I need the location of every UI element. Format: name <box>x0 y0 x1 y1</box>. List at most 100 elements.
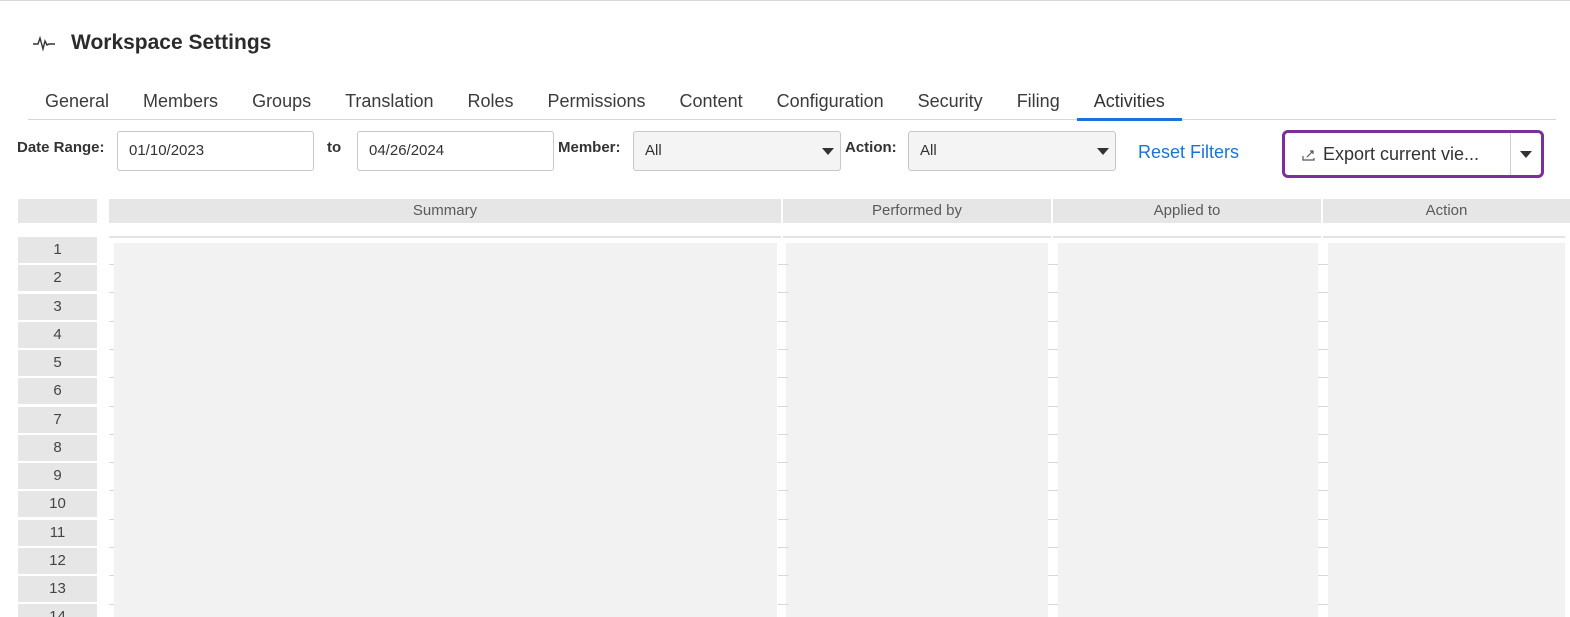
row-separator-tick <box>1323 462 1328 463</box>
row-separator-tick <box>1048 547 1053 548</box>
row-separator-tick <box>1053 519 1058 520</box>
row-separator-tick <box>1048 292 1053 293</box>
row-separator-tick <box>1053 490 1058 491</box>
date-from-input[interactable]: 01/10/2023 <box>117 131 314 171</box>
row-separator-tick <box>1323 292 1328 293</box>
row-separator-tick <box>778 377 783 378</box>
tab-activities[interactable]: Activities <box>1076 86 1182 121</box>
activity-pulse-icon <box>32 33 56 53</box>
applied-to-column <box>1053 236 1321 617</box>
row-separator-tick <box>1053 292 1058 293</box>
row-separator-tick <box>1048 490 1053 491</box>
row-separator-tick <box>778 604 783 605</box>
member-select[interactable]: All <box>633 131 841 171</box>
row-separator-tick <box>783 575 788 576</box>
row-separator-tick <box>1323 406 1328 407</box>
row-number: 5 <box>18 350 97 376</box>
export-icon <box>1301 146 1317 162</box>
row-separator-tick <box>109 349 114 350</box>
row-separator-tick <box>1053 264 1058 265</box>
row-separator-tick <box>1318 292 1323 293</box>
row-separator-tick <box>783 349 788 350</box>
tab-configuration[interactable]: Configuration <box>760 86 901 119</box>
column-header-applied-to[interactable]: Applied to <box>1053 199 1321 223</box>
row-separator-tick <box>783 547 788 548</box>
row-separator-tick <box>1053 406 1058 407</box>
row-separator-tick <box>109 264 114 265</box>
row-separator-tick <box>1048 604 1053 605</box>
tab-roles[interactable]: Roles <box>450 86 530 119</box>
tab-security[interactable]: Security <box>901 86 1000 119</box>
row-separator-tick <box>1318 462 1323 463</box>
top-divider <box>0 0 1570 1</box>
tab-content[interactable]: Content <box>663 86 760 119</box>
row-separator-tick <box>778 292 783 293</box>
row-separator-tick <box>1323 377 1328 378</box>
export-button-label: Export current vie... <box>1323 143 1480 164</box>
row-separator-tick <box>783 321 788 322</box>
row-separator-tick <box>1318 490 1323 491</box>
row-separator-tick <box>1318 406 1323 407</box>
filter-bar: Date Range: 01/10/2023 to 04/26/2024 Mem… <box>17 130 1557 178</box>
row-separator-tick <box>1048 377 1053 378</box>
row-separator-tick <box>1048 575 1053 576</box>
row-number: 7 <box>18 407 97 433</box>
tab-groups[interactable]: Groups <box>235 86 328 119</box>
row-separator-tick <box>109 462 114 463</box>
tab-filing[interactable]: Filing <box>1000 86 1077 119</box>
summary-cells <box>114 243 777 617</box>
row-separator-tick <box>109 490 114 491</box>
tab-translation[interactable]: Translation <box>328 86 450 119</box>
date-range-label: Date Range: <box>17 139 105 156</box>
settings-tabs: General Members Groups Translation Roles… <box>28 86 1556 121</box>
row-separator-tick <box>783 604 788 605</box>
tab-members[interactable]: Members <box>126 86 235 119</box>
row-number: 3 <box>18 294 97 320</box>
performed-by-column <box>783 236 1051 617</box>
column-header-action[interactable]: Action <box>1323 199 1570 223</box>
date-to-input[interactable]: 04/26/2024 <box>357 131 554 171</box>
row-separator-tick <box>778 406 783 407</box>
row-separator-tick <box>109 292 114 293</box>
performed-by-cells <box>786 243 1048 617</box>
column-header-performed-by[interactable]: Performed by <box>783 199 1051 223</box>
row-separator-tick <box>1053 434 1058 435</box>
tab-general[interactable]: General <box>28 86 126 119</box>
row-separator-tick <box>1048 406 1053 407</box>
row-separator-tick <box>1323 575 1328 576</box>
row-separator-tick <box>1323 321 1328 322</box>
column-header-summary[interactable]: Summary <box>109 199 781 223</box>
row-number: 11 <box>18 520 97 546</box>
row-number: 13 <box>18 576 97 602</box>
action-label: Action: <box>845 139 897 156</box>
reset-filters-link[interactable]: Reset Filters <box>1138 142 1239 163</box>
export-options-dropdown[interactable] <box>1511 133 1541 175</box>
action-select[interactable]: All <box>908 131 1116 171</box>
row-separator-tick <box>1318 377 1323 378</box>
row-separator-tick <box>778 490 783 491</box>
row-separator-tick <box>778 462 783 463</box>
row-number: 8 <box>18 435 97 461</box>
row-separator-tick <box>1053 462 1058 463</box>
row-separator-tick <box>1048 519 1053 520</box>
tab-permissions[interactable]: Permissions <box>531 86 663 119</box>
row-separator-tick <box>109 547 114 548</box>
action-select-value: All <box>920 142 937 159</box>
row-separator-tick <box>778 321 783 322</box>
row-separator-tick <box>1323 490 1328 491</box>
row-separator-tick <box>778 349 783 350</box>
row-separator-tick <box>783 519 788 520</box>
action-column <box>1323 236 1565 617</box>
row-separator-tick <box>1053 575 1058 576</box>
row-separator-tick <box>778 547 783 548</box>
row-separator-tick <box>1053 604 1058 605</box>
row-separator-tick <box>783 490 788 491</box>
summary-column <box>109 236 781 617</box>
row-separator-tick <box>109 377 114 378</box>
row-separator-tick <box>1318 264 1323 265</box>
row-separator-tick <box>1323 519 1328 520</box>
export-current-view-button[interactable]: Export current vie... <box>1285 133 1511 175</box>
page-header: Workspace Settings <box>32 28 271 58</box>
row-number: 1 <box>18 237 97 263</box>
row-separator-tick <box>783 434 788 435</box>
